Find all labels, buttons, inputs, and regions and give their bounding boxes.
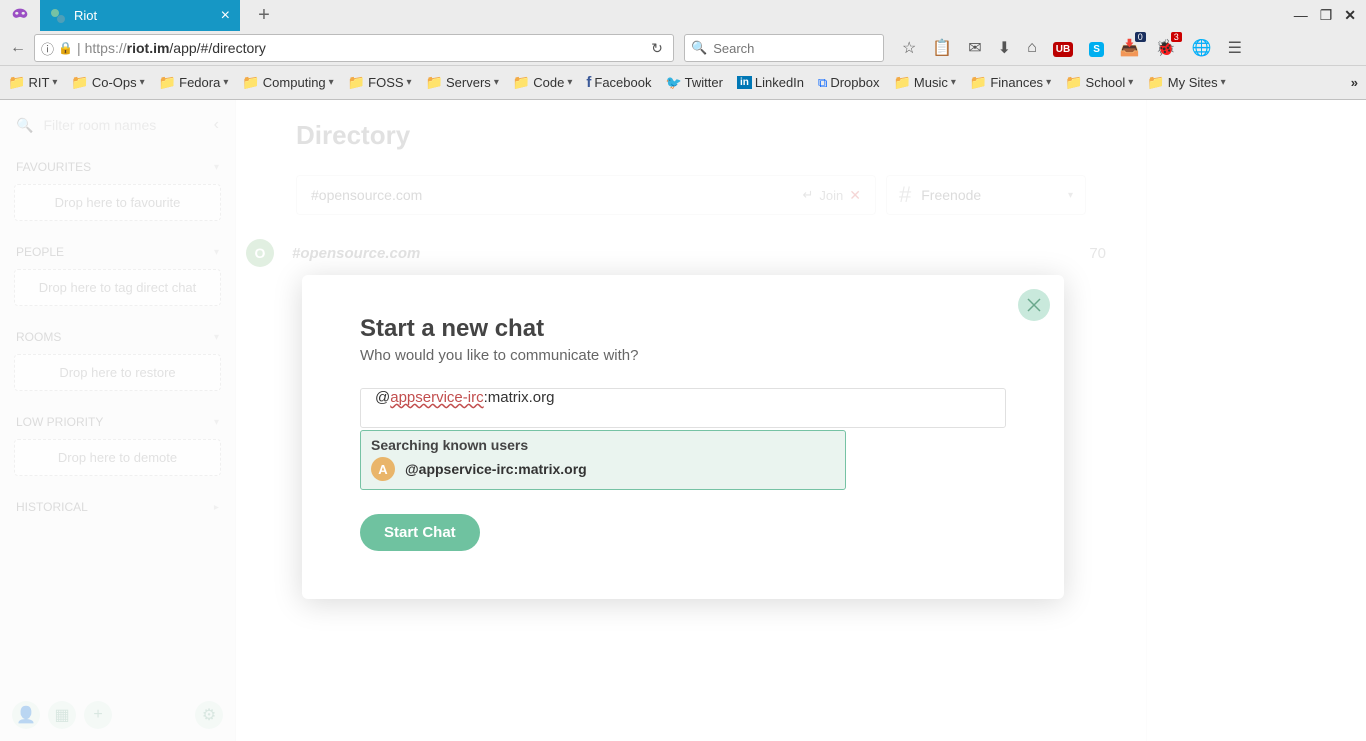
window-controls: — ❐ ✕ [1284,7,1366,24]
tab-title: Riot [74,8,97,23]
globe-icon[interactable]: 🌐 [1192,38,1212,58]
browser-search-bar[interactable]: 🔍 [684,34,884,62]
close-icon [1027,298,1041,312]
bookmark-servers[interactable]: 📁Servers▾ [426,74,499,91]
search-icon: 🔍 [691,40,707,56]
tab-close-icon[interactable]: × [221,7,230,25]
firebug-icon[interactable]: 🐞3 [1156,38,1176,58]
bookmark-coops[interactable]: 📁Co-Ops▾ [71,74,144,91]
suggestion-header: Searching known users [371,437,835,453]
identity-icon[interactable]: ⓘ [41,39,54,58]
browser-tab[interactable]: Riot × [40,0,240,31]
reload-button[interactable]: ↻ [647,40,667,57]
bookmark-facebook[interactable]: f Facebook [586,74,651,91]
bookmark-school[interactable]: 📁School▾ [1065,74,1133,91]
start-chat-modal: Start a new chat Who would you like to c… [302,275,1064,599]
riot-favicon [50,8,66,24]
bookmark-twitter[interactable]: 🐦Twitter [665,75,722,91]
user-search-input[interactable]: @appservice-irc:matrix.org [360,388,1006,428]
bookmark-dropbox[interactable]: ⧉Dropbox [818,75,879,91]
private-mode-icon [6,2,34,30]
bookmark-mysites[interactable]: 📁My Sites▾ [1147,74,1225,91]
suggestion-dropdown: Searching known users A @appservice-irc:… [360,430,846,490]
modal-close-button[interactable] [1018,289,1050,321]
mail-icon[interactable]: ✉ [968,38,981,58]
clipboard-icon[interactable]: 📋 [932,38,952,58]
home-icon[interactable]: ⌂ [1027,39,1037,57]
url-bar[interactable]: ⓘ 🔒 | https://riot.im/app/#/directory ↻ [34,34,674,62]
bookmarks-bar: 📁RIT▾ 📁Co-Ops▾ 📁Fedora▾ 📁Computing▾ 📁FOS… [0,66,1366,100]
bookmarks-overflow[interactable]: » [1351,75,1358,90]
skype-icon[interactable]: S [1089,39,1104,57]
search-input[interactable] [713,41,877,56]
browser-nav-row: ← ⓘ 🔒 | https://riot.im/app/#/directory … [0,31,1366,66]
url-text: https://riot.im/app/#/directory [85,40,643,56]
suggestion-avatar: A [371,457,395,481]
back-button[interactable]: ← [6,36,30,60]
hamburger-menu-icon[interactable]: ☰ [1228,38,1242,58]
download-icon[interactable]: ⬇ [998,38,1011,58]
bookmark-finances[interactable]: 📁Finances▾ [970,74,1051,91]
start-chat-button[interactable]: Start Chat [360,514,480,551]
bookmark-linkedin[interactable]: in LinkedIn [737,75,804,90]
download-manager-icon[interactable]: 📥0 [1120,38,1140,58]
ublock-icon[interactable]: UB [1053,39,1073,57]
modal-subtitle: Who would you like to communicate with? [360,347,1006,364]
suggestion-item[interactable]: A @appservice-irc:matrix.org [371,457,835,481]
bookmark-fedora[interactable]: 📁Fedora▾ [159,74,229,91]
maximize-button[interactable]: ❐ [1320,7,1333,24]
close-window-button[interactable]: ✕ [1344,7,1356,24]
bookmark-code[interactable]: 📁Code▾ [513,74,573,91]
modal-title: Start a new chat [360,315,1006,343]
bookmark-computing[interactable]: 📁Computing▾ [242,74,333,91]
suggestion-label: @appservice-irc:matrix.org [405,461,587,477]
bookmark-rit[interactable]: 📁RIT▾ [8,74,57,91]
bookmark-star-icon[interactable]: ☆ [902,38,916,58]
new-tab-button[interactable]: + [250,2,278,30]
browser-titlebar: Riot × + — ❐ ✕ [0,0,1366,31]
minimize-button[interactable]: — [1294,7,1308,24]
bookmark-music[interactable]: 📁Music▾ [893,74,955,91]
bookmark-foss[interactable]: 📁FOSS▾ [348,74,412,91]
lock-icon: 🔒 [58,41,73,55]
